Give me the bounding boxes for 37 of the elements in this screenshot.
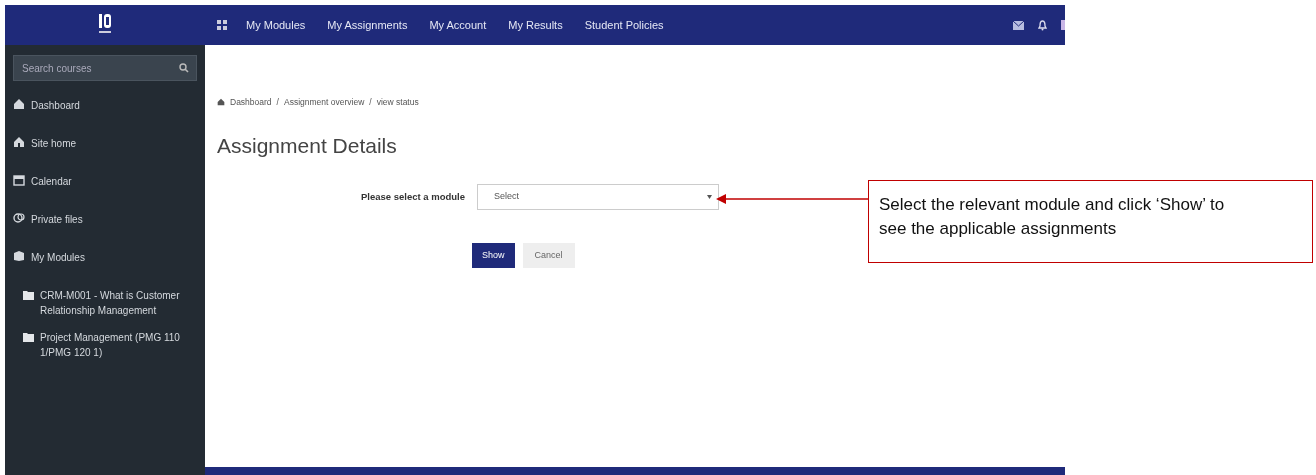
module-link[interactable]: CRM-M001 - What is Customer Relationship Management [40, 288, 197, 318]
nav-link[interactable]: My Account [418, 16, 498, 34]
breadcrumb-link[interactable]: Dashboard [230, 96, 272, 109]
book-icon [13, 250, 25, 262]
breadcrumb-separator: / [276, 96, 279, 109]
breadcrumb-separator: / [369, 96, 372, 109]
files-icon [13, 212, 25, 224]
sidebar-link[interactable]: My Modules [31, 250, 85, 265]
nav-link[interactable]: My Results [497, 16, 574, 34]
bell-icon[interactable] [1038, 19, 1047, 31]
folder-icon [23, 333, 34, 342]
sidebar-link[interactable]: Dashboard [31, 98, 80, 113]
mail-icon[interactable] [1013, 20, 1024, 30]
search-icon[interactable] [179, 63, 189, 73]
folder-icon [23, 291, 34, 300]
nav-link[interactable]: My Assignments [316, 16, 419, 34]
breadcrumb-link[interactable]: Assignment overview [283, 96, 365, 109]
home-icon [217, 98, 225, 107]
nav-link[interactable]: My Modules [235, 16, 317, 34]
search-field[interactable]: Search courses [13, 55, 197, 81]
calendar-icon [13, 174, 25, 186]
home-icon [13, 136, 25, 148]
menu-icon[interactable] [217, 20, 227, 30]
show-button[interactable]: Show [472, 242, 515, 269]
sidebar-link[interactable]: Site home [31, 136, 77, 151]
page-title: Assignment Details [217, 132, 398, 158]
field-label: Please select a module [359, 189, 466, 204]
home-icon [13, 98, 25, 110]
sidebar-link[interactable]: Private files [31, 212, 83, 227]
breadcrumb-link[interactable]: view status [376, 96, 419, 109]
callout-text: Select the relevant module and click ‘Show’ to see the applicable assignments [879, 194, 1226, 240]
module-link[interactable]: Project Management (PMG 110 1/PMG 120 1) [40, 330, 197, 360]
cancel-button[interactable]: Cancel [522, 242, 575, 269]
caret-icon [707, 194, 712, 199]
sidebar-link[interactable]: Calendar [31, 174, 72, 189]
nav-link[interactable]: Student Policies [573, 16, 675, 34]
module-select[interactable]: Select [477, 183, 719, 210]
